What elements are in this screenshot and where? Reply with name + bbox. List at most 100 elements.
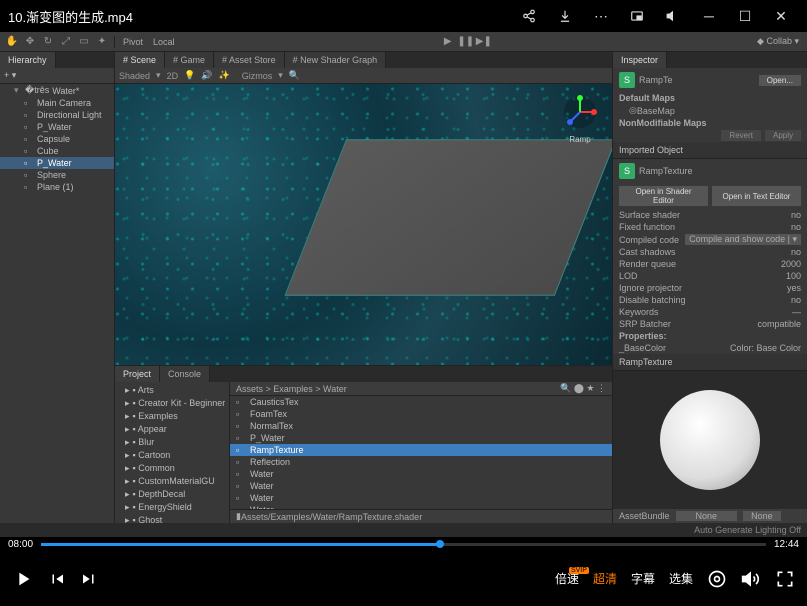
hierarchy-item[interactable]: ▫Capsule	[0, 133, 114, 145]
file-item[interactable]: ▫Reflection	[230, 456, 612, 468]
assetbundle-row[interactable]: AssetBundle None None	[613, 509, 807, 523]
folder-item[interactable]: ▸▪ Blur	[115, 436, 229, 449]
download-icon[interactable]	[547, 3, 583, 29]
hierarchy-tab[interactable]: Hierarchy	[0, 52, 56, 68]
unity-statusbar: Auto Generate Lighting Off	[0, 523, 807, 537]
scene-tab[interactable]: # Asset Store	[214, 52, 285, 68]
folder-item[interactable]: ▸▪ EnergyShield	[115, 501, 229, 514]
subtitle-button[interactable]: 字幕	[631, 570, 655, 587]
shading-dropdown[interactable]: Shaded	[119, 71, 150, 81]
more-icon[interactable]: ⋯	[583, 3, 619, 29]
progress-bar[interactable]	[41, 543, 766, 546]
close-icon[interactable]: ✕	[763, 3, 799, 29]
file-item[interactable]: ▫Water	[230, 492, 612, 504]
basemap-row[interactable]: ◎ BaseMap	[613, 104, 807, 117]
folder-item[interactable]: ▸▪ Common	[115, 462, 229, 475]
project-tab[interactable]: Project	[115, 366, 160, 382]
hierarchy-item[interactable]: ▫P_Water	[0, 121, 114, 133]
folder-item[interactable]: ▸▪ Ghost	[115, 514, 229, 523]
scene-search-icon[interactable]: 🔍	[289, 70, 300, 81]
pip-icon[interactable]	[619, 3, 655, 29]
play-icon[interactable]: ▶	[440, 34, 456, 50]
2d-toggle[interactable]: 2D	[167, 71, 179, 81]
shader-badge-icon: S	[619, 163, 635, 179]
folder-item[interactable]: ▸▪ Examples	[115, 410, 229, 423]
pause-icon[interactable]: ❚❚	[458, 34, 474, 50]
inspector-tab[interactable]: Inspector	[613, 52, 667, 68]
hierarchy-item[interactable]: ▫Plane (1)	[0, 181, 114, 193]
open-button[interactable]: Open...	[759, 75, 801, 86]
orientation-gizmo[interactable]: Ramp	[560, 92, 600, 132]
hierarchy-item[interactable]: ▫Main Camera	[0, 97, 114, 109]
hand-tool-icon[interactable]: ✋	[4, 34, 20, 50]
volume-icon[interactable]	[741, 569, 761, 589]
file-item[interactable]: ▫RampTexture	[230, 444, 612, 456]
hierarchy-item[interactable]: ▫Sphere	[0, 169, 114, 181]
rotate-tool-icon[interactable]: ↻	[40, 34, 56, 50]
file-item[interactable]: ▫CausticsTex	[230, 396, 612, 408]
episodes-button[interactable]: 选集	[669, 570, 693, 587]
pivot-toggle[interactable]: Pivot	[119, 37, 147, 47]
folder-item[interactable]: ▸▪ Cartoon	[115, 449, 229, 462]
scene-tab[interactable]: # New Shader Graph	[285, 52, 387, 68]
file-item[interactable]: ▫P_Water	[230, 432, 612, 444]
scene-tab[interactable]: # Scene	[115, 52, 165, 68]
project-tab[interactable]: Console	[160, 366, 210, 382]
project-folders: ▸▪ Arts▸▪ Creator Kit - Beginner▸▪ Examp…	[115, 382, 230, 523]
hierarchy-search[interactable]: + ▾	[0, 68, 114, 84]
fullscreen-icon[interactable]	[775, 569, 795, 589]
settings-icon[interactable]	[707, 569, 727, 589]
scene-viewport[interactable]: Ramp	[115, 84, 612, 365]
project-path: ▮ Assets/Examples/Water/RampTexture.shad…	[230, 509, 612, 523]
audio-icon[interactable]: 🔊	[201, 70, 212, 81]
file-item[interactable]: ▫Water	[230, 480, 612, 492]
file-item[interactable]: ▫Water	[230, 468, 612, 480]
revert-button[interactable]: Revert	[721, 130, 761, 141]
rect-tool-icon[interactable]: ▭	[76, 34, 92, 50]
folder-item[interactable]: ▸▪ Appear	[115, 423, 229, 436]
speed-button[interactable]: 倍速SVIP	[555, 570, 579, 587]
folder-item[interactable]: ▸▪ DepthDecal	[115, 488, 229, 501]
apply-button[interactable]: Apply	[765, 130, 801, 141]
hierarchy-item[interactable]: ▫P_Water	[0, 157, 114, 169]
project-tabs: ProjectConsole	[115, 366, 612, 382]
prev-button[interactable]	[48, 570, 66, 588]
local-toggle[interactable]: Local	[149, 37, 179, 47]
next-button[interactable]	[80, 570, 98, 588]
total-time: 12:44	[774, 539, 799, 550]
collab-dropdown[interactable]: ◆ Collab ▾	[753, 36, 803, 47]
inspector-property-row: Render queue2000	[613, 258, 807, 270]
share-icon[interactable]	[511, 3, 547, 29]
scene-root[interactable]: ▾�três Water*	[0, 84, 114, 97]
quality-button[interactable]: 超清	[593, 570, 617, 587]
folder-item[interactable]: ▸▪ Creator Kit - Beginner	[115, 397, 229, 410]
hierarchy-item[interactable]: ▫Cube	[0, 145, 114, 157]
play-button[interactable]	[12, 568, 34, 590]
mute-icon[interactable]	[655, 3, 691, 29]
prop-val: Color: Base Color	[730, 343, 801, 353]
open-text-editor-button[interactable]: Open in Text Editor	[712, 186, 801, 206]
file-item[interactable]: ▫NormalTex	[230, 420, 612, 432]
project-search-icon[interactable]: 🔍 ⬤ ★ ⋮	[560, 383, 606, 394]
step-icon[interactable]: ▶❚	[476, 34, 492, 50]
file-item[interactable]: ▫FoamTex	[230, 408, 612, 420]
scale-tool-icon[interactable]: ⤢	[58, 34, 74, 50]
move-tool-icon[interactable]: ✥	[22, 34, 38, 50]
fx-icon[interactable]: ✨	[219, 70, 230, 81]
open-shader-editor-button[interactable]: Open in Shader Editor	[619, 186, 708, 206]
minimize-icon[interactable]: ─	[691, 3, 727, 29]
hierarchy-item[interactable]: ▫Directional Light	[0, 109, 114, 121]
transform-tool-icon[interactable]: ✦	[94, 34, 110, 50]
gizmos-dropdown[interactable]: Gizmos	[242, 71, 273, 81]
preview-header[interactable]: RampTexture	[613, 354, 807, 371]
folder-item[interactable]: ▸▪ Arts	[115, 384, 229, 397]
light-icon[interactable]: 💡	[184, 70, 195, 81]
prop-key: _BaseColor	[619, 343, 730, 353]
project-breadcrumb[interactable]: Assets > Examples > Water 🔍 ⬤ ★ ⋮	[230, 382, 612, 396]
folder-item[interactable]: ▸▪ CustomMaterialGU	[115, 475, 229, 488]
scene-tab[interactable]: # Game	[165, 52, 214, 68]
properties-header: Properties:	[613, 330, 807, 342]
material-preview[interactable]	[613, 371, 807, 509]
maximize-icon[interactable]: ☐	[727, 3, 763, 29]
inspector-property-row: Ignore projectoryes	[613, 282, 807, 294]
